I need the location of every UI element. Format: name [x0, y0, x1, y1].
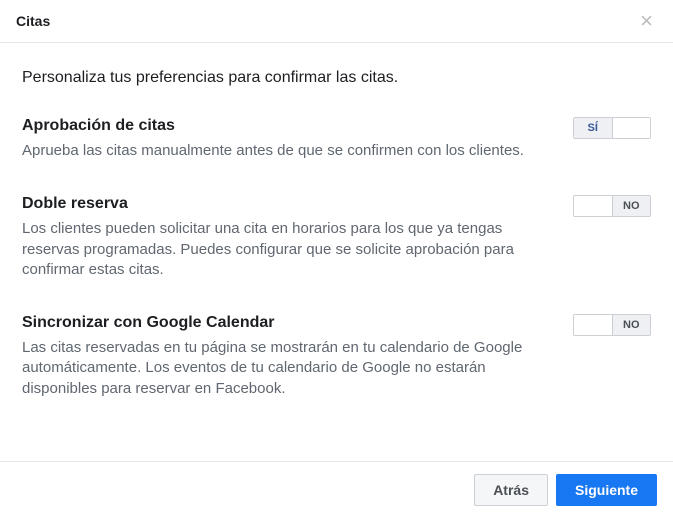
setting-approval-desc: Aprueba las citas manualmente antes de q…: [22, 141, 562, 161]
dialog-content: Personaliza tus preferencias para confir…: [0, 43, 673, 461]
toggle-sync-no[interactable]: NO: [613, 315, 651, 335]
setting-double-desc: Los clientes pueden solicitar una cita e…: [22, 219, 562, 280]
dialog-title: Citas: [16, 13, 50, 29]
setting-approval-title: Aprobación de citas: [22, 117, 175, 135]
dialog-header: Citas ×: [0, 0, 673, 43]
toggle-approval-no[interactable]: [613, 118, 651, 138]
setting-double-title: Doble reserva: [22, 195, 128, 213]
toggle-double-no[interactable]: NO: [613, 196, 651, 216]
toggle-approval-yes[interactable]: SÍ: [574, 118, 612, 138]
intro-text: Personaliza tus preferencias para confir…: [22, 69, 651, 87]
toggle-sync-yes[interactable]: [574, 315, 612, 335]
dialog-footer: Atrás Siguiente: [0, 461, 673, 518]
setting-sync-desc: Las citas reservadas en tu página se mos…: [22, 338, 562, 399]
toggle-double-yes[interactable]: [574, 196, 612, 216]
close-icon[interactable]: ×: [636, 10, 657, 32]
toggle-double-booking[interactable]: NO: [573, 195, 651, 217]
next-button[interactable]: Siguiente: [556, 474, 657, 506]
setting-sync-title: Sincronizar con Google Calendar: [22, 314, 275, 332]
toggle-approval[interactable]: SÍ: [573, 117, 651, 139]
setting-approval: Aprobación de citas SÍ Aprueba las citas…: [22, 117, 651, 161]
back-button[interactable]: Atrás: [474, 474, 548, 506]
setting-sync-calendar: Sincronizar con Google Calendar NO Las c…: [22, 314, 651, 399]
toggle-sync-calendar[interactable]: NO: [573, 314, 651, 336]
setting-double-booking: Doble reserva NO Los clientes pueden sol…: [22, 195, 651, 280]
